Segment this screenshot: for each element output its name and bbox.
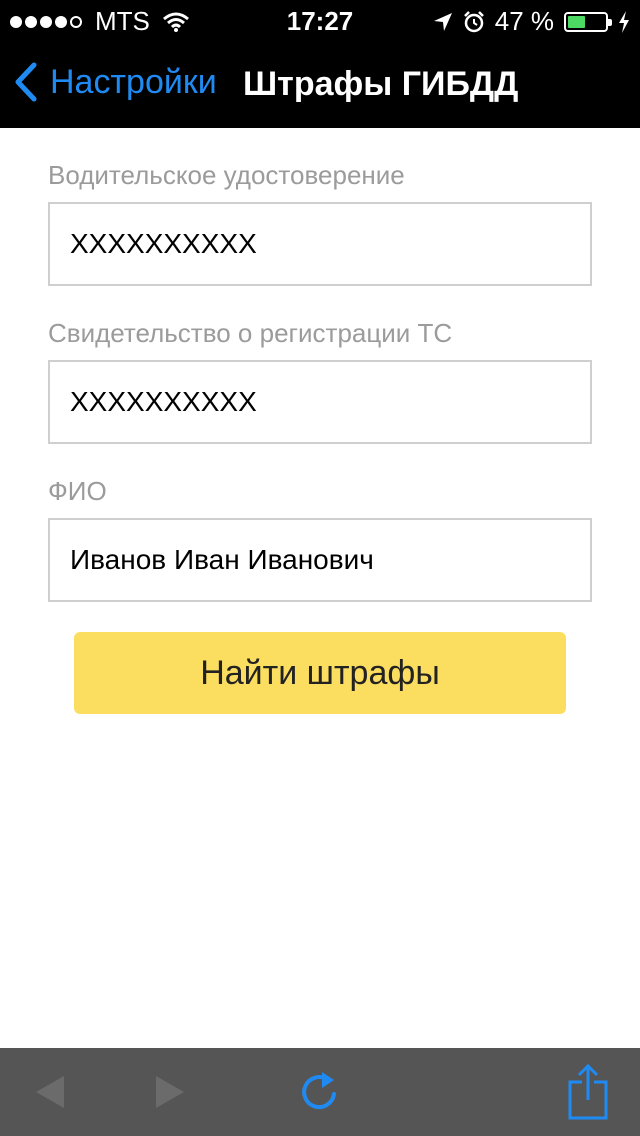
battery-icon bbox=[564, 11, 612, 32]
forward-arrow-icon[interactable] bbox=[154, 1074, 186, 1110]
back-arrow-icon[interactable] bbox=[34, 1074, 66, 1110]
reload-icon[interactable] bbox=[300, 1068, 340, 1114]
registration-label: Свидетельство о регистрации ТС bbox=[48, 318, 453, 348]
status-right: 47 % bbox=[423, 6, 630, 37]
location-arrow-icon bbox=[433, 12, 452, 31]
battery-percent: 47 % bbox=[494, 6, 554, 36]
license-label: Водительское удостоверение bbox=[48, 160, 405, 190]
name-label: ФИО bbox=[48, 476, 107, 506]
back-button[interactable]: Настройки bbox=[14, 62, 217, 102]
name-field[interactable] bbox=[48, 518, 592, 602]
charging-bolt-icon bbox=[619, 10, 629, 33]
page-title: Штрафы ГИБДД bbox=[243, 65, 519, 103]
registration-field[interactable] bbox=[48, 360, 592, 444]
license-input[interactable] bbox=[50, 204, 590, 284]
alarm-clock-icon bbox=[463, 10, 484, 32]
share-icon[interactable] bbox=[568, 1064, 608, 1120]
back-button-label: Настройки bbox=[50, 62, 217, 101]
chevron-left-icon bbox=[15, 62, 37, 102]
registration-input[interactable] bbox=[50, 362, 590, 442]
find-fines-button[interactable]: Найти штрафы bbox=[74, 632, 566, 714]
bottom-toolbar bbox=[0, 1048, 640, 1136]
name-input[interactable] bbox=[50, 520, 590, 600]
license-field[interactable] bbox=[48, 202, 592, 286]
navigation-bar: Настройки Штрафы ГИБДД bbox=[0, 40, 640, 128]
battery-level bbox=[568, 15, 585, 28]
status-bar: MTS 17:27 47 % bbox=[0, 0, 640, 40]
